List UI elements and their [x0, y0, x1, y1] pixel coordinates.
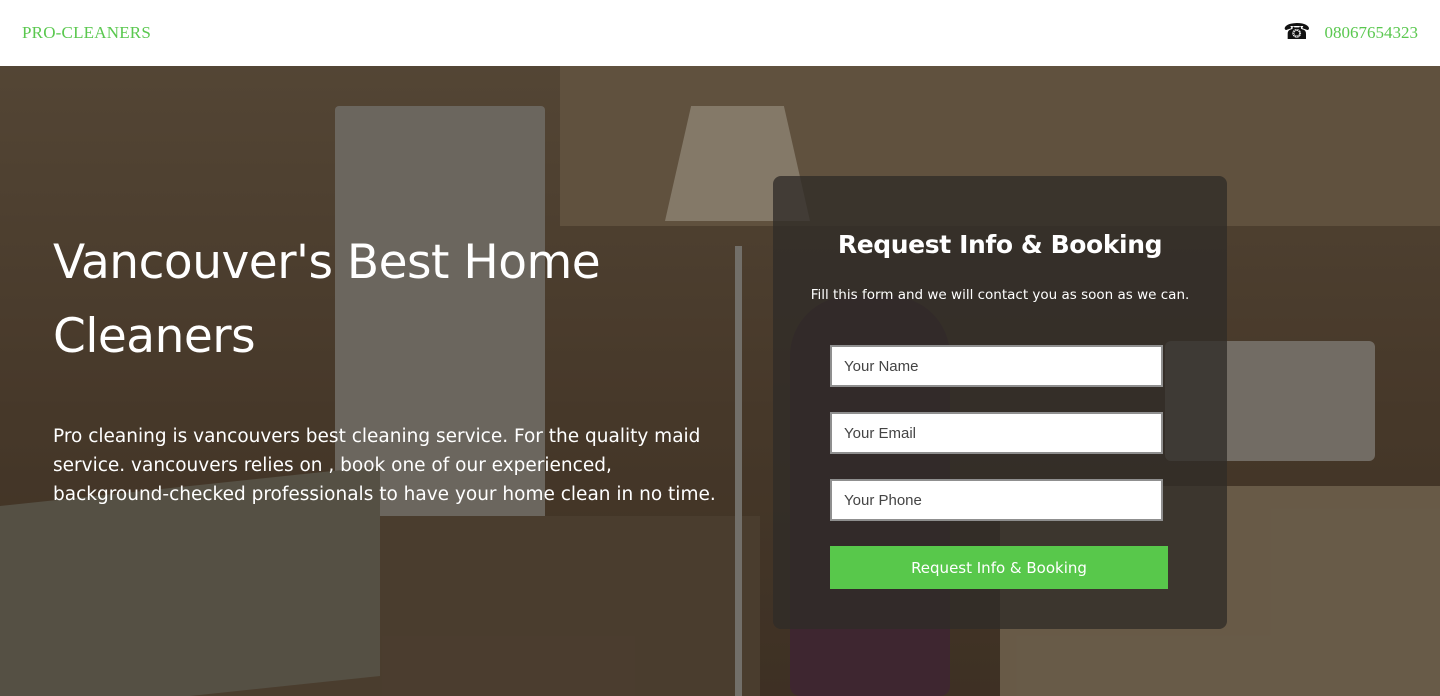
form-title: Request Info & Booking — [837, 230, 1163, 259]
phone-number-link[interactable]: 08067654323 — [1325, 23, 1419, 43]
top-navbar: PRO-CLEANERS ☎ 08067654323 — [0, 0, 1440, 66]
hero-section: Vancouver's Best Home Cleaners Pro clean… — [0, 66, 1440, 696]
hero-description: Pro cleaning is vancouvers best cleaning… — [53, 426, 716, 505]
request-booking-button[interactable]: Request Info & Booking — [830, 546, 1168, 589]
booking-form: Request Info & Booking Fill this form an… — [773, 176, 1227, 629]
name-input[interactable] — [830, 345, 1163, 387]
phone-input[interactable] — [830, 479, 1163, 521]
brand-logo-link[interactable]: PRO-CLEANERS — [22, 23, 151, 43]
phone-contact: ☎ 08067654323 — [1283, 22, 1418, 44]
hero-headline: Vancouver's Best Home Cleaners — [53, 235, 601, 364]
form-description: Fill this form and we will contact you a… — [810, 287, 1190, 303]
email-input[interactable] — [830, 412, 1163, 454]
telephone-icon: ☎ — [1283, 20, 1311, 45]
